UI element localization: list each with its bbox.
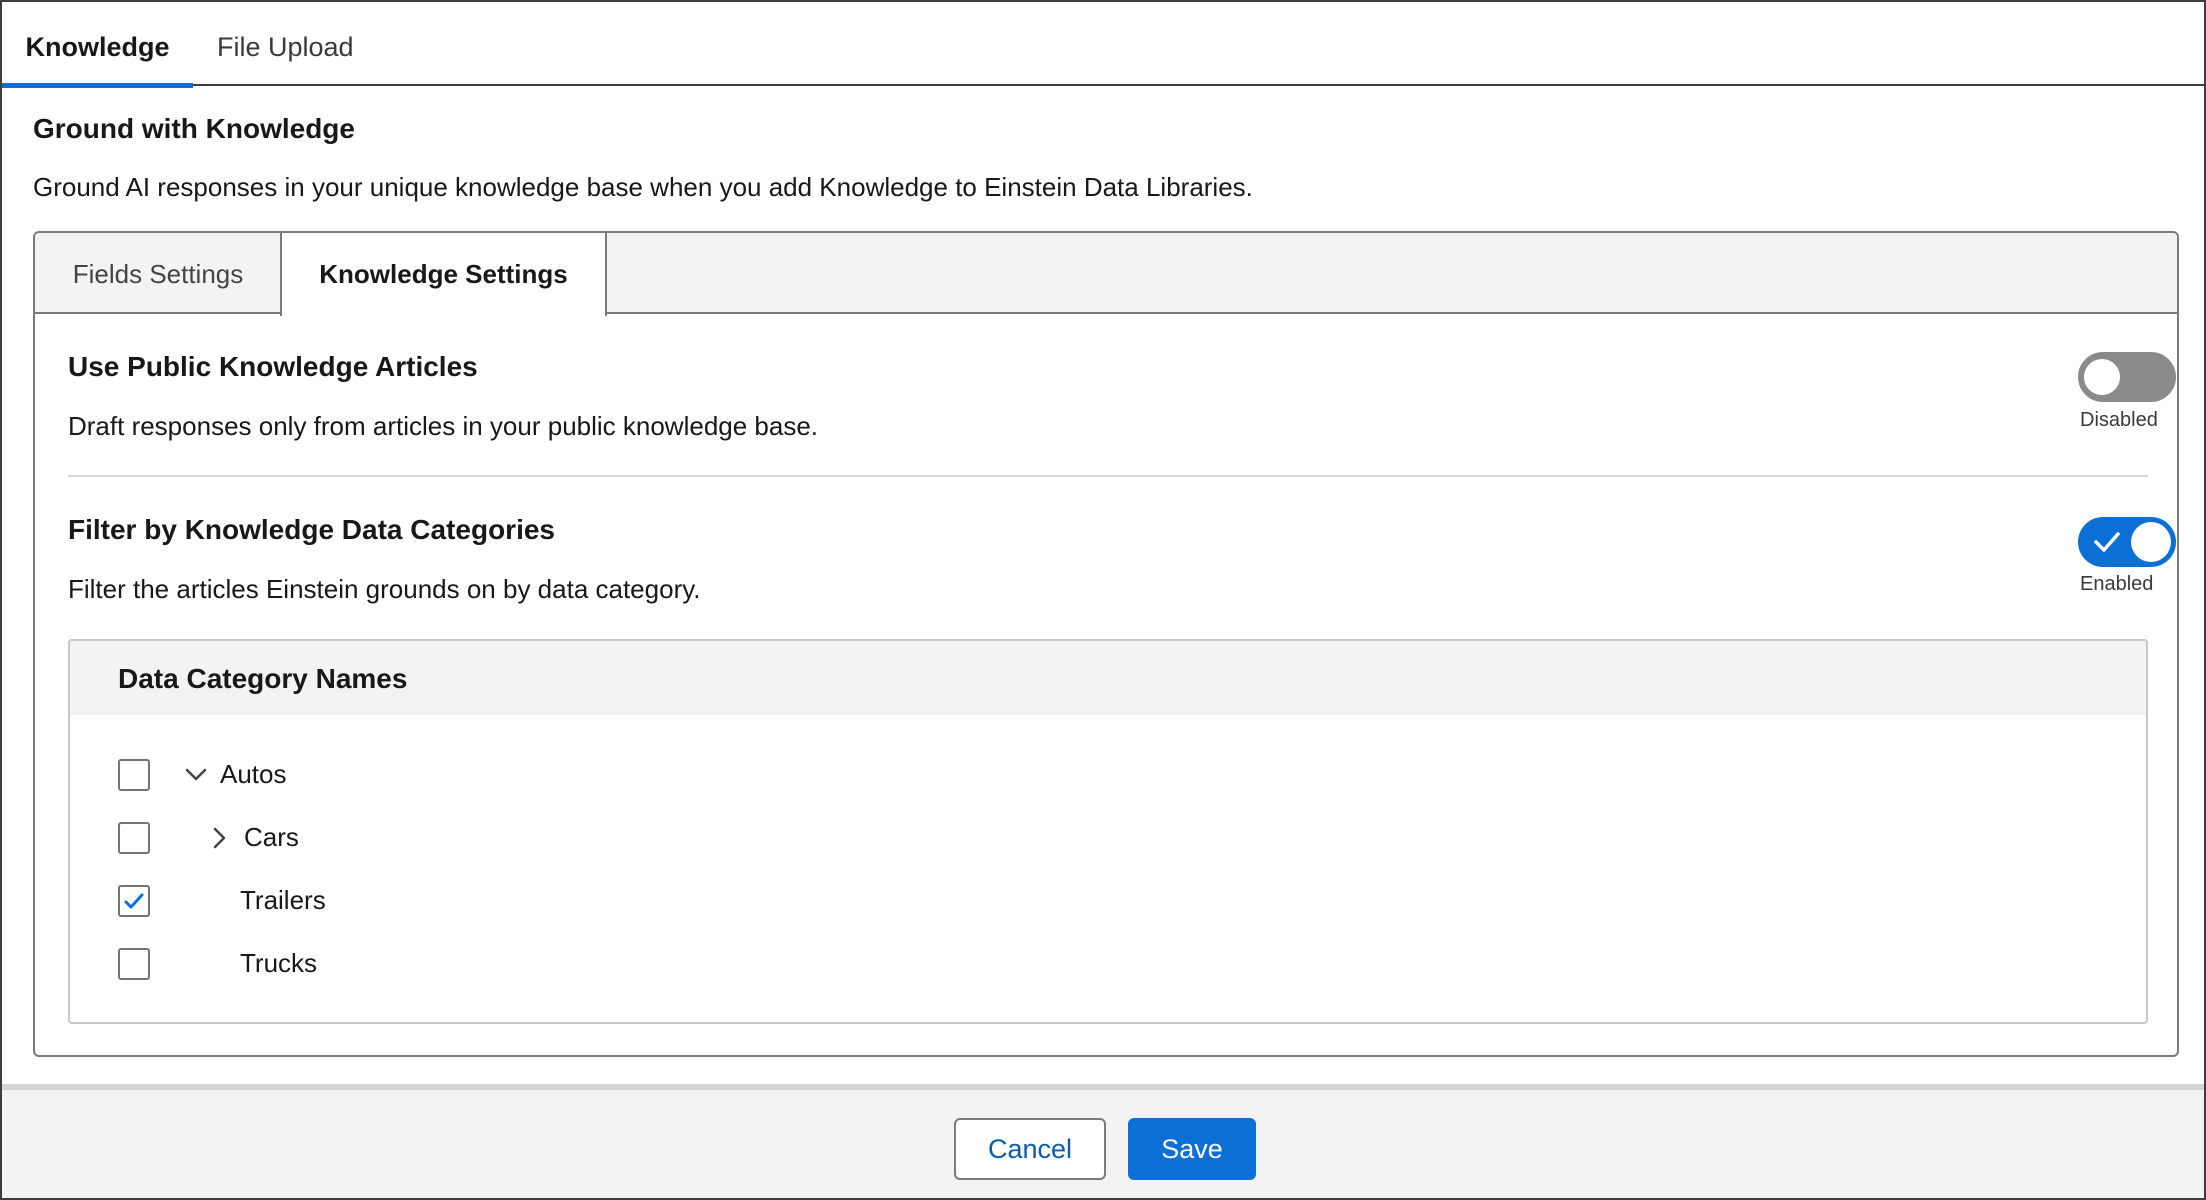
section-description: Ground AI responses in your unique knowl… [33, 172, 1253, 202]
tab-fields-settings[interactable]: Fields Settings [35, 233, 281, 314]
public-articles-toggle-label: Disabled [2080, 409, 2158, 431]
setting-filter-categories: Filter by Knowledge Data Categories Filt… [68, 514, 2148, 605]
tree-item-cars: Cars [70, 818, 2146, 858]
tree-item-label: Trucks [240, 948, 318, 978]
tree-item-autos: Autos [70, 755, 2146, 795]
tab-knowledge-settings[interactable]: Knowledge Settings [280, 233, 607, 316]
checkbox-trucks[interactable] [118, 948, 150, 980]
settings-card: Fields Settings Knowledge Settings Use P… [33, 231, 2179, 1057]
filter-categories-toggle-label: Enabled [2080, 573, 2154, 595]
window-frame: Knowledge File Upload Ground with Knowle… [0, 0, 2206, 1200]
checkbox-trailers[interactable] [118, 885, 150, 917]
tree-item-trucks: Trucks [70, 944, 2146, 984]
filter-categories-toggle[interactable] [2078, 517, 2176, 567]
checkbox-cars[interactable] [118, 822, 150, 854]
setting-description: Draft responses only from articles in yo… [68, 411, 819, 441]
panel-title: Data Category Names [118, 663, 408, 694]
setting-title: Filter by Knowledge Data Categories [68, 514, 555, 545]
setting-public-articles: Use Public Knowledge Articles Draft resp… [68, 351, 2148, 442]
section-title: Ground with Knowledge [33, 113, 355, 144]
tree-item-label: Trailers [240, 885, 326, 915]
tab-knowledge[interactable]: Knowledge [2, 2, 193, 88]
chevron-down-icon[interactable] [184, 763, 208, 787]
cancel-button[interactable]: Cancel [954, 1118, 1106, 1180]
panel-header: Data Category Names [70, 641, 2146, 715]
public-articles-toggle[interactable] [2078, 352, 2176, 402]
divider [68, 475, 2148, 477]
top-tab-bar: Knowledge File Upload [2, 2, 2204, 88]
data-category-panel: Data Category Names Autos Cars Trailers … [68, 639, 2148, 1024]
setting-description: Filter the articles Einstein grounds on … [68, 574, 701, 604]
modal-footer: Cancel Save [2, 1084, 2204, 1198]
setting-title: Use Public Knowledge Articles [68, 351, 478, 382]
tab-file-upload[interactable]: File Upload [217, 2, 354, 86]
tree-item-label: Autos [220, 759, 287, 789]
chevron-right-icon[interactable] [208, 826, 232, 850]
tree-item-trailers: Trailers [70, 881, 2146, 921]
tree-item-label: Cars [244, 822, 299, 852]
toggle-knob [2131, 522, 2171, 562]
toggle-knob [2082, 357, 2122, 397]
checkmark-icon [124, 893, 144, 909]
checkbox-autos[interactable] [118, 759, 150, 791]
save-button[interactable]: Save [1128, 1118, 1256, 1180]
check-icon [2094, 532, 2120, 552]
card-tab-bar: Fields Settings Knowledge Settings [35, 233, 2177, 316]
